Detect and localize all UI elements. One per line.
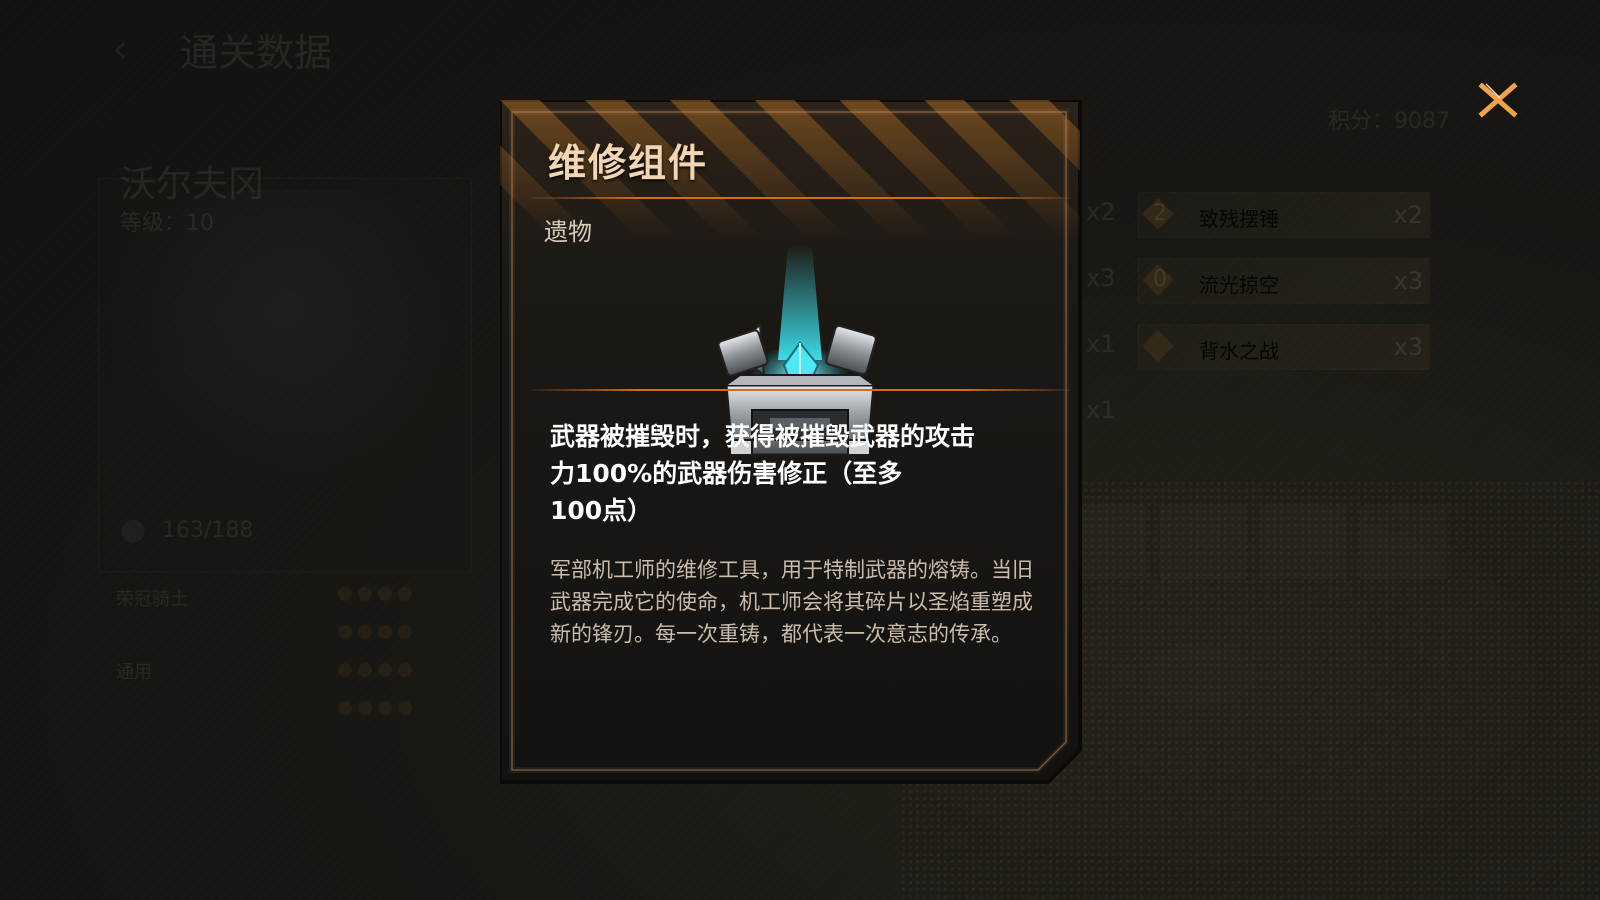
back-arrow-icon[interactable]: ‹ xyxy=(112,26,128,72)
effect-line: 100点） xyxy=(550,496,653,525)
card-row[interactable]: 0 流光掠空 x3 xyxy=(1138,258,1430,304)
stat-dots-2 xyxy=(338,662,418,681)
item-detail-modal: 维修组件 遗物 武器被摧毁时，获得被摧毁武器的攻击 力100%的武器伤害修正（至… xyxy=(500,100,1100,799)
close-button[interactable] xyxy=(1476,78,1520,122)
relic-slot[interactable] xyxy=(1160,505,1246,579)
effect-divider xyxy=(532,389,1070,391)
character-panel xyxy=(98,178,472,572)
score-display: 积分：9087 xyxy=(1328,109,1450,134)
stat-label-1: 荣冠骑士 xyxy=(116,589,188,610)
fuel-drop-icon: ● xyxy=(120,512,147,547)
stat-dots-2b xyxy=(338,700,418,719)
card-row-label: 流光掠空 xyxy=(1199,273,1279,297)
card-row-count: x2 xyxy=(1393,201,1423,229)
card-row[interactable]: 2 致残摆锤 x2 xyxy=(1138,192,1430,238)
mech-portrait xyxy=(100,190,470,490)
relic-slot[interactable] xyxy=(1260,505,1346,579)
item-lore-text: 军部机工师的维修工具，用于特制武器的熔铸。当旧武器完成它的使命，机工师会将其碎片… xyxy=(550,558,1033,646)
title-divider xyxy=(532,197,1070,199)
character-level: 等级：10 xyxy=(120,211,214,236)
card-row-count: x3 xyxy=(1393,333,1423,361)
close-icon xyxy=(1478,82,1518,118)
card-row[interactable]: 背水之战 x3 xyxy=(1138,324,1430,370)
card-row-label: 背水之战 xyxy=(1199,339,1279,363)
hp-value: 163/188 xyxy=(162,518,254,543)
character-name: 沃尔夫冈 xyxy=(120,164,265,205)
effect-line: 力100%的武器伤害修正（至多 xyxy=(550,459,903,488)
background-page-title: 通关数据 xyxy=(180,31,333,75)
item-name: 维修组件 xyxy=(548,141,709,185)
stat-label-2: 通用 xyxy=(116,662,152,683)
card-row-count: x3 xyxy=(1393,267,1423,295)
relic-slot[interactable] xyxy=(1360,505,1446,579)
item-effect-text: 武器被摧毁时，获得被摧毁武器的攻击 力100%的武器伤害修正（至多 100点） xyxy=(550,418,1050,529)
effect-line: 武器被摧毁时，获得被摧毁武器的攻击 xyxy=(550,422,976,451)
item-type: 遗物 xyxy=(544,218,592,246)
stat-dots-1 xyxy=(338,586,418,605)
card-row-label: 致残摆锤 xyxy=(1199,207,1279,231)
stat-dots-1b xyxy=(338,624,418,643)
